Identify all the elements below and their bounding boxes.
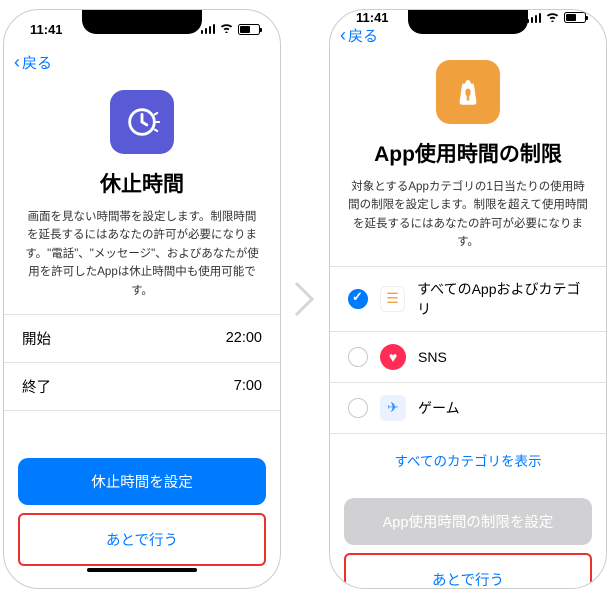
radio-icon: [348, 347, 368, 367]
chevron-left-icon: ‹: [14, 52, 20, 73]
back-label: 戻る: [22, 52, 52, 73]
start-value: 22:00: [226, 330, 262, 346]
highlight-box: あとで行う: [18, 513, 266, 566]
arrow-icon: [291, 278, 319, 320]
hero: App使用時間の制限 対象とするAppカテゴリの1日当たりの使用時間の制限を設定…: [330, 46, 606, 266]
start-time-row[interactable]: 開始 22:00: [4, 315, 280, 363]
back-label: 戻る: [348, 25, 378, 46]
status-indicators: [201, 22, 261, 36]
applimits-icon: [436, 60, 500, 124]
category-list: ☰ すべてのAppおよびカテゴリ ♥ SNS ✈ ゲーム すべてのカテゴリを表示: [330, 266, 606, 486]
signal-icon: [527, 13, 542, 23]
show-all-categories[interactable]: すべてのカテゴリを表示: [330, 434, 606, 486]
page-description: 画面を見ない時間帯を設定します。制限時間を延長するにはあなたの許可が必要になりま…: [22, 208, 262, 300]
category-all[interactable]: ☰ すべてのAppおよびカテゴリ: [330, 267, 606, 332]
status-time: 11:41: [356, 10, 389, 25]
notch: [408, 10, 528, 34]
set-downtime-button[interactable]: 休止時間を設定: [18, 458, 266, 505]
bottom-actions: App使用時間の制限を設定 あとで行う: [330, 486, 606, 589]
signal-icon: [201, 24, 216, 34]
radio-icon: [348, 398, 368, 418]
all-apps-icon: ☰: [380, 286, 405, 312]
time-list: 開始 22:00 終了 7:00: [4, 314, 280, 411]
bottom-actions: 休止時間を設定 あとで行う: [4, 446, 280, 588]
battery-icon: [564, 12, 586, 23]
category-label: すべてのAppおよびカテゴリ: [417, 279, 588, 319]
hero: 休止時間 画面を見ない時間帯を設定します。制限時間を延長するにはあなたの許可が必…: [4, 76, 280, 314]
sns-icon: ♥: [380, 344, 406, 370]
back-button[interactable]: ‹ 戻る: [340, 25, 378, 46]
category-label: ゲーム: [418, 398, 460, 418]
chevron-left-icon: ‹: [340, 25, 346, 46]
radio-checked-icon: [348, 289, 368, 309]
wifi-icon: [219, 22, 234, 36]
status-time: 11:41: [30, 22, 63, 37]
set-applimits-button: App使用時間の制限を設定: [344, 498, 592, 545]
page-title: 休止時間: [22, 168, 262, 198]
end-time-row[interactable]: 終了 7:00: [4, 363, 280, 411]
home-indicator: [87, 568, 197, 572]
highlight-box: あとで行う: [344, 553, 592, 589]
page-description: 対象とするAppカテゴリの1日当たりの使用時間の制限を設定します。制限を超えて使…: [348, 178, 588, 252]
start-label: 開始: [22, 328, 51, 349]
wifi-icon: [545, 11, 560, 25]
page-title: App使用時間の制限: [348, 138, 588, 168]
end-label: 終了: [22, 376, 51, 397]
notch: [82, 10, 202, 34]
status-indicators: [527, 11, 587, 25]
back-button[interactable]: ‹ 戻る: [14, 52, 52, 73]
later-button[interactable]: あとで行う: [347, 556, 589, 589]
end-value: 7:00: [234, 378, 262, 394]
category-game[interactable]: ✈ ゲーム: [330, 383, 606, 434]
downtime-icon: [110, 90, 174, 154]
navbar: ‹ 戻る: [4, 48, 280, 76]
content: App使用時間の制限 対象とするAppカテゴリの1日当たりの使用時間の制限を設定…: [330, 46, 606, 589]
phone-downtime: 11:41 ‹ 戻る 休止時間 画面を見ない時間帯を設定します。制限時間を延長す…: [3, 9, 281, 589]
later-button[interactable]: あとで行う: [21, 516, 263, 563]
game-icon: ✈: [380, 395, 406, 421]
phone-applimits: 11:41 ‹ 戻る App使用時間の制限 対象とするAppカテゴリの1日当たり…: [329, 9, 607, 589]
content: 休止時間 画面を見ない時間帯を設定します。制限時間を延長するにはあなたの許可が必…: [4, 76, 280, 588]
category-sns[interactable]: ♥ SNS: [330, 332, 606, 383]
battery-icon: [238, 24, 260, 35]
category-label: SNS: [418, 349, 447, 365]
